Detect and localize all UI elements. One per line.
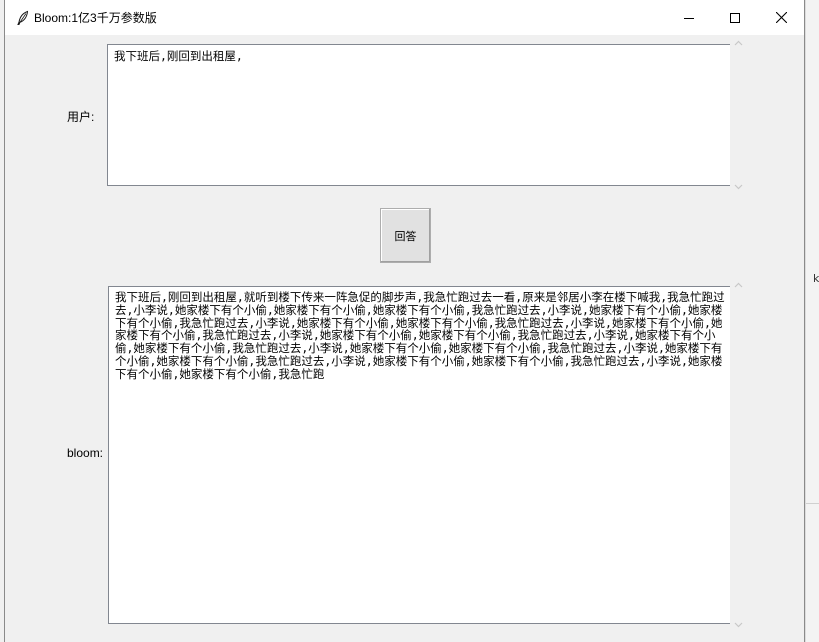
background-divider xyxy=(806,503,819,504)
chevron-down-icon[interactable] xyxy=(734,182,743,191)
app-window: Bloom:1亿3千万参数版 用户: 我下班后,刚回到出租屋, 回答 bloom… xyxy=(4,0,805,642)
minimize-button[interactable] xyxy=(666,0,712,35)
chevron-down-icon[interactable] xyxy=(734,620,743,629)
feather-icon xyxy=(15,10,31,26)
user-label: 用户: xyxy=(67,110,95,124)
bloom-output-text: 我下班后,刚回到出租屋,就听到楼下传来一阵急促的脚步声,我急忙跑过去一看,原来是… xyxy=(115,290,725,381)
background-edge-text: k xyxy=(813,272,819,285)
window-title: Bloom:1亿3千万参数版 xyxy=(34,11,157,25)
background-window xyxy=(805,0,819,642)
user-input-text: 我下班后,刚回到出租屋, xyxy=(114,49,243,63)
user-input-scrollbar[interactable] xyxy=(730,36,747,194)
close-icon xyxy=(775,12,787,23)
close-button[interactable] xyxy=(758,0,804,35)
chevron-up-icon[interactable] xyxy=(734,281,743,290)
user-input-textarea[interactable]: 我下班后,刚回到出租屋, xyxy=(107,44,733,186)
maximize-button[interactable] xyxy=(712,0,758,35)
bloom-label: bloom: xyxy=(67,446,104,460)
chevron-up-icon[interactable] xyxy=(734,39,743,48)
bloom-output-scrollbar[interactable] xyxy=(730,279,747,632)
title-bar[interactable]: Bloom:1亿3千万参数版 xyxy=(5,0,804,35)
answer-button[interactable]: 回答 xyxy=(380,208,431,263)
maximize-icon xyxy=(730,12,740,23)
minimize-icon xyxy=(684,17,694,19)
bloom-output-textarea[interactable]: 我下班后,刚回到出租屋,就听到楼下传来一阵急促的脚步声,我急忙跑过去一看,原来是… xyxy=(108,286,734,624)
